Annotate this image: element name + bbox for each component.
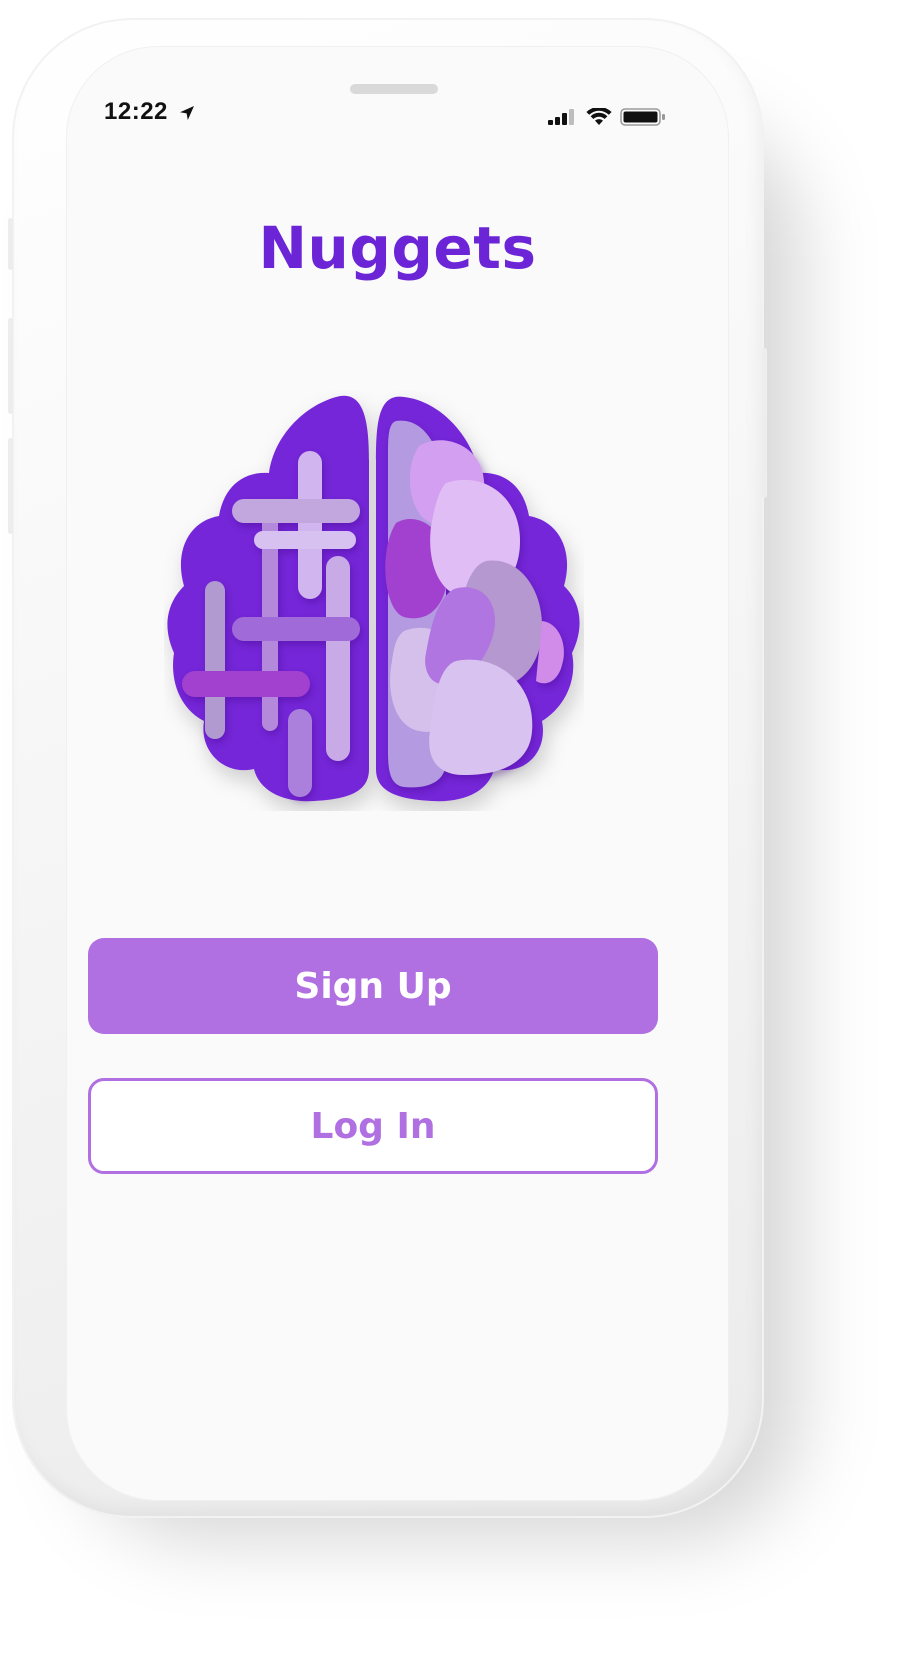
volume-up-button (8, 318, 13, 414)
phone-frame: 12:22 Nuggets Sign Up Log In (8, 18, 767, 1518)
silent-switch (8, 218, 13, 270)
battery-icon (620, 108, 665, 126)
speaker-notch (350, 84, 438, 94)
app-screen: 12:22 Nuggets Sign Up Log In (66, 46, 729, 1501)
signup-button[interactable]: Sign Up (88, 938, 658, 1034)
app-title: Nuggets (258, 214, 537, 282)
cellular-signal-icon (548, 109, 574, 125)
volume-down-button (8, 438, 13, 534)
login-button[interactable]: Log In (88, 1078, 658, 1174)
stage: 12:22 Nuggets Sign Up Log In (0, 0, 903, 1665)
power-button (762, 348, 767, 498)
brain-logo (167, 395, 580, 802)
status-time: 12:22 (104, 98, 168, 125)
location-arrow-icon (180, 106, 194, 120)
wifi-icon (586, 108, 612, 125)
status-icons (548, 106, 666, 128)
